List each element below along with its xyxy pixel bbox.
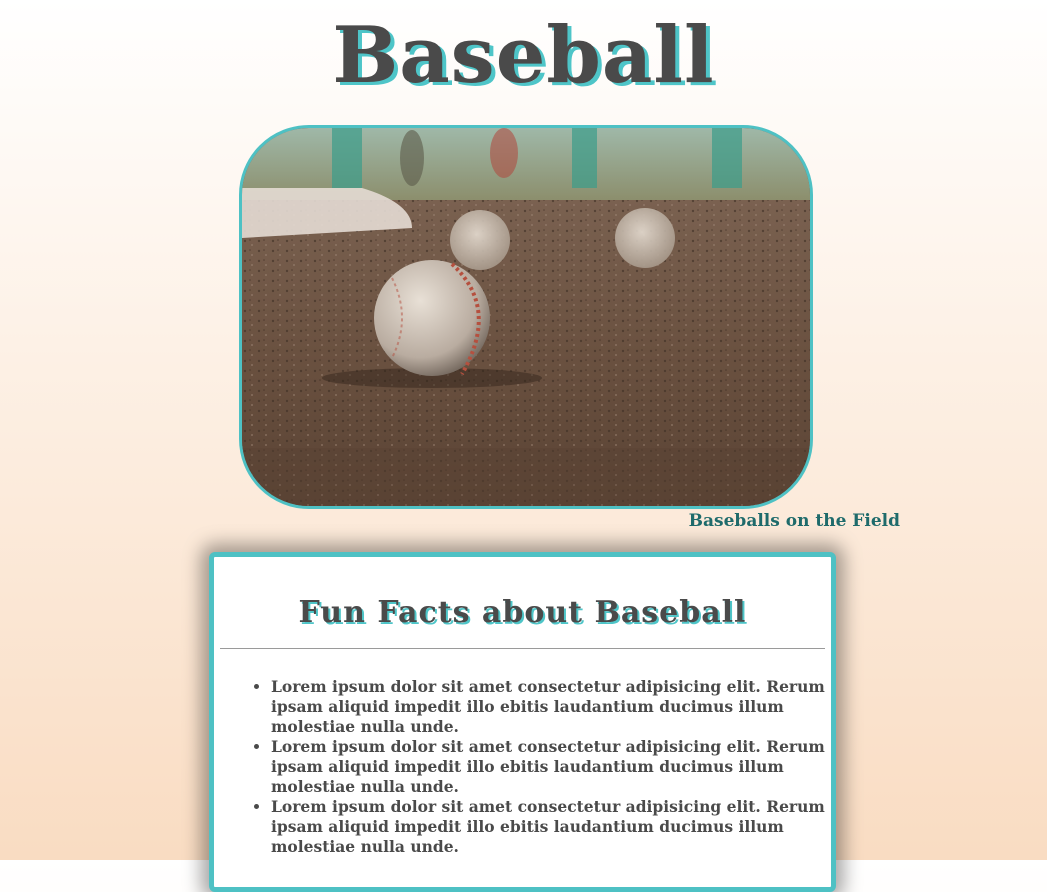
list-item: Lorem ipsum dolor sit amet consectetur a… bbox=[271, 677, 827, 737]
baseball-photo-icon bbox=[242, 128, 810, 506]
list-item: Lorem ipsum dolor sit amet consectetur a… bbox=[271, 737, 827, 797]
facts-divider bbox=[220, 648, 825, 649]
list-item: Lorem ipsum dolor sit amet consectetur a… bbox=[271, 797, 827, 857]
hero-image bbox=[239, 125, 813, 509]
fun-facts-card: Fun Facts about Baseball Lorem ipsum dol… bbox=[209, 552, 836, 892]
image-caption: Baseballs on the Field bbox=[688, 511, 900, 531]
facts-list: Lorem ipsum dolor sit amet consectetur a… bbox=[214, 677, 831, 857]
facts-heading: Fun Facts about Baseball bbox=[298, 595, 747, 630]
page-title: Baseball bbox=[332, 10, 715, 101]
